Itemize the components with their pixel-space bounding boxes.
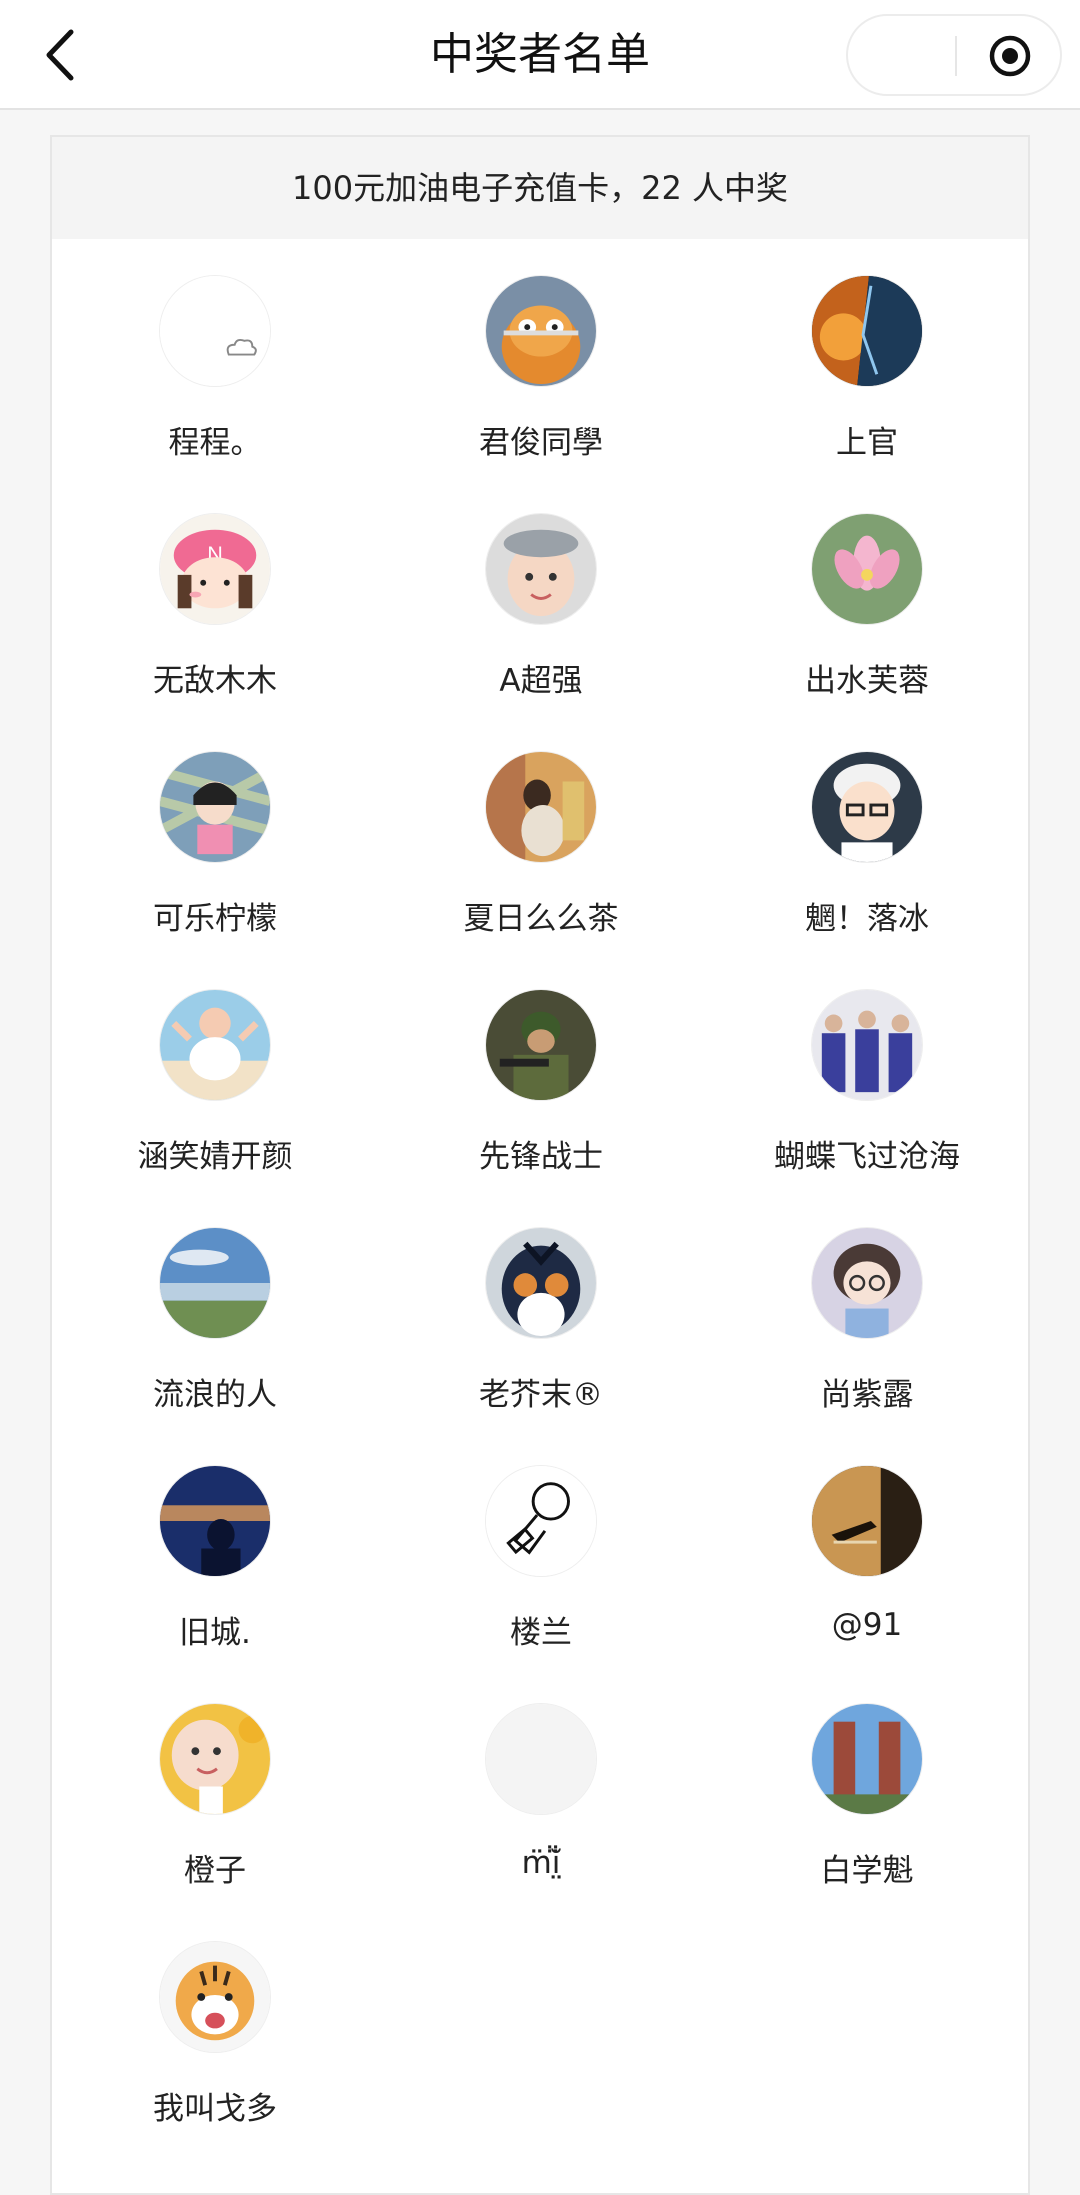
winner-name: 魍！落冰	[805, 901, 929, 937]
avatar	[811, 1465, 923, 1577]
winner-name: 尚紫露	[820, 1377, 914, 1413]
winner-item: 可乐柠檬	[52, 751, 378, 989]
winner-item: 流浪的人	[52, 1227, 378, 1465]
winner-name: m̈ĭ̤̈̈	[521, 1845, 561, 1881]
navigation-bar: 中奖者名单	[0, 0, 1080, 110]
avatar	[159, 1941, 271, 2053]
avatar	[159, 989, 271, 1101]
winner-name: 无敌木木	[153, 663, 277, 699]
avatar	[485, 1465, 597, 1577]
winner-name: 橙子	[184, 1853, 246, 1889]
winner-name: 旧城.	[179, 1615, 251, 1651]
winner-name: 君俊同學	[479, 425, 603, 461]
prize-summary: 100元加油电子充值卡，22 人中奖	[52, 137, 1028, 239]
winner-item: N 无敌木木	[52, 513, 378, 751]
avatar	[159, 1465, 271, 1577]
winner-name: 可乐柠檬	[153, 901, 277, 937]
avatar	[159, 1227, 271, 1339]
avatar	[811, 989, 923, 1101]
winner-list-card: 100元加油电子充值卡，22 人中奖 程程。 君俊同學 上官 N 无敌木木 A超强 出水芙蓉…	[50, 135, 1030, 2195]
winner-item: 魍！落冰	[704, 751, 1030, 989]
winner-item: 老芥末®	[378, 1227, 704, 1465]
winner-item: 橙子	[52, 1703, 378, 1941]
winner-name: 程程。	[168, 425, 262, 461]
avatar	[811, 1703, 923, 1815]
avatar	[811, 513, 923, 625]
winner-name: 夏日么么茶	[463, 901, 619, 937]
winner-item: 夏日么么茶	[378, 751, 704, 989]
winner-item: 上官	[704, 275, 1030, 513]
avatar	[159, 1703, 271, 1815]
winner-item: 先锋战士	[378, 989, 704, 1227]
winner-name: @91	[831, 1607, 903, 1643]
winner-name: 出水芙蓉	[805, 663, 929, 699]
winner-name: 上官	[836, 425, 898, 461]
avatar	[811, 751, 923, 863]
winner-name: 白学魁	[820, 1853, 914, 1889]
avatar	[159, 275, 271, 387]
winner-name: 楼兰	[510, 1615, 572, 1651]
winner-item: 我叫戈多	[52, 1941, 378, 2179]
capsule-divider	[955, 36, 957, 76]
mini-program-capsule	[846, 14, 1062, 96]
winner-item: 尚紫露	[704, 1227, 1030, 1465]
avatar	[159, 751, 271, 863]
winner-name: 老芥末®	[479, 1377, 603, 1413]
avatar	[485, 1227, 597, 1339]
winner-name: 先锋战士	[479, 1139, 603, 1175]
more-button[interactable]	[848, 16, 954, 94]
winner-item: @91	[704, 1465, 1030, 1703]
avatar	[485, 275, 597, 387]
avatar	[485, 1703, 597, 1815]
target-circle-icon	[989, 35, 1031, 77]
winner-name: A超强	[499, 663, 583, 699]
winner-item: 楼兰	[378, 1465, 704, 1703]
avatar	[811, 275, 923, 387]
winner-item: 程程。	[52, 275, 378, 513]
winner-item: m̈ĭ̤̈̈	[378, 1703, 704, 1941]
close-button[interactable]	[988, 34, 1032, 78]
winner-name: 流浪的人	[153, 1377, 277, 1413]
winner-item: 涵笑婧开颜	[52, 989, 378, 1227]
winner-item: A超强	[378, 513, 704, 751]
winner-item: 白学魁	[704, 1703, 1030, 1941]
winner-name: 我叫戈多	[153, 2091, 277, 2127]
avatar	[485, 751, 597, 863]
winner-grid: 程程。 君俊同學 上官 N 无敌木木 A超强 出水芙蓉可乐柠檬 夏日么么茶 魍！落冰涵笑婧开颜 先…	[52, 239, 1028, 2179]
avatar	[485, 513, 597, 625]
avatar	[811, 1227, 923, 1339]
winner-item: 君俊同學	[378, 275, 704, 513]
winner-name: 蝴蝶飞过沧海	[774, 1139, 960, 1175]
winner-item: 出水芙蓉	[704, 513, 1030, 751]
winner-name: 涵笑婧开颜	[137, 1139, 293, 1175]
winner-item: 旧城.	[52, 1465, 378, 1703]
avatar: N	[159, 513, 271, 625]
winner-item: 蝴蝶飞过沧海	[704, 989, 1030, 1227]
avatar	[485, 989, 597, 1101]
